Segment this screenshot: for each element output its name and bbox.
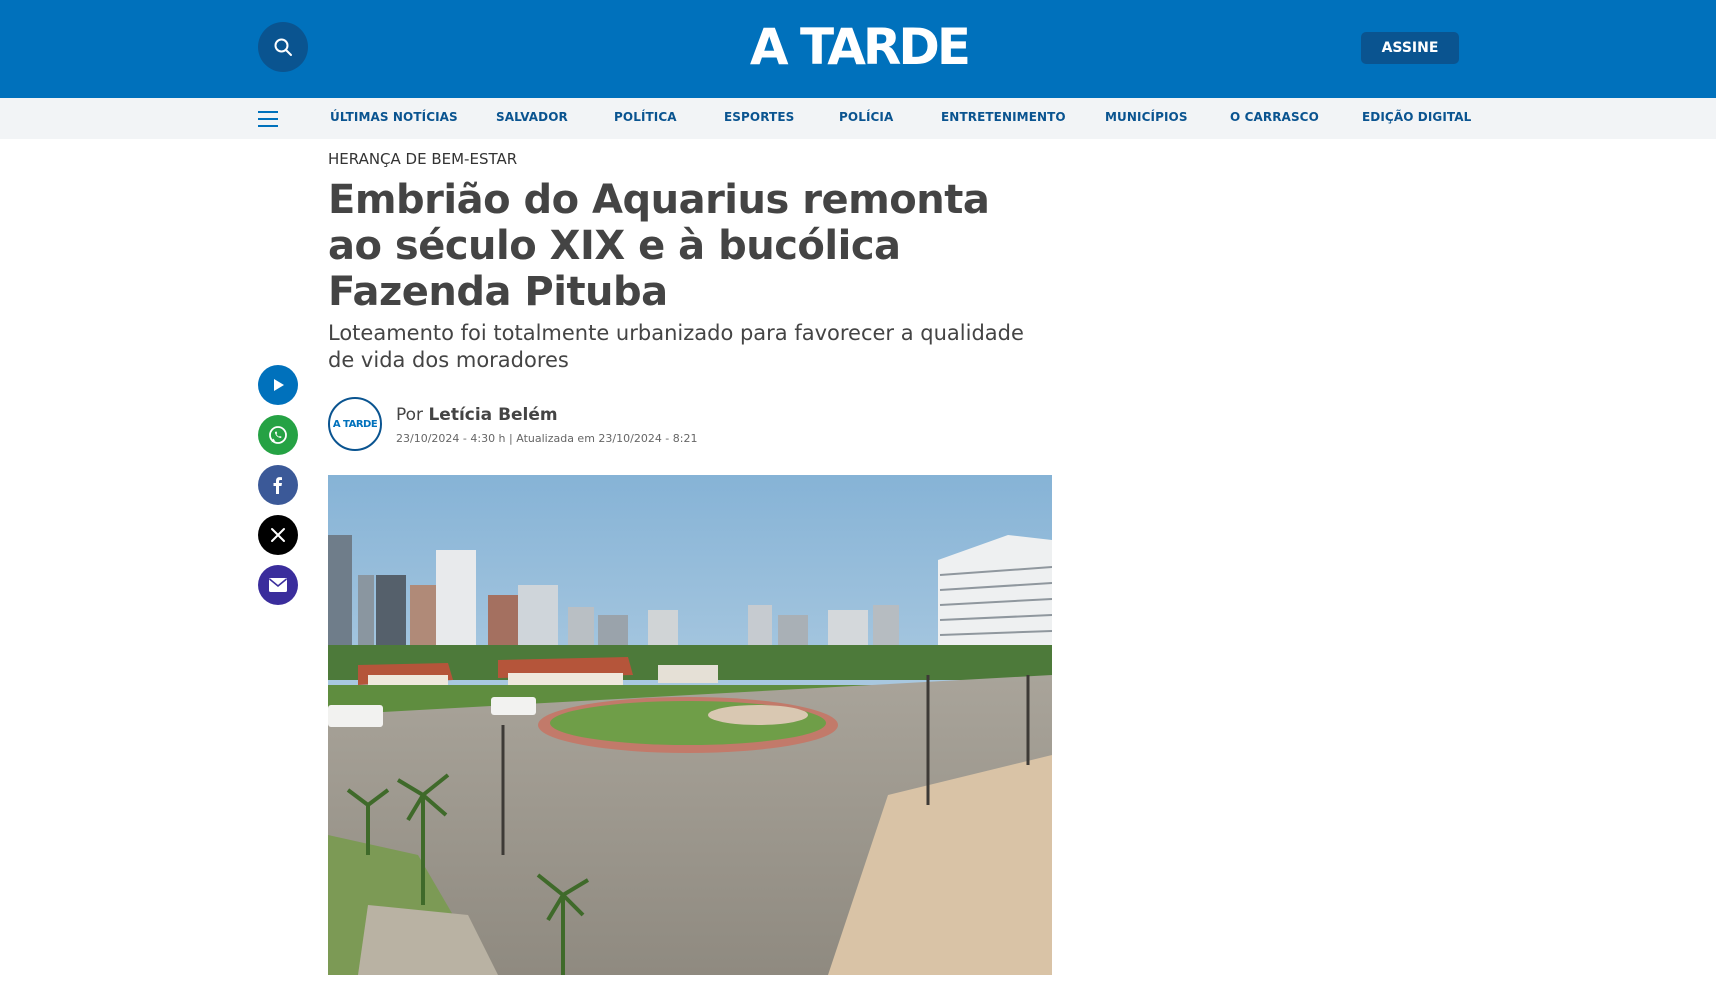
nav-item-salvador[interactable]: SALVADOR	[496, 110, 568, 124]
subscribe-button[interactable]: ASSINE	[1361, 32, 1459, 64]
byline-prefix: Por	[396, 405, 424, 425]
article-subtitle: Loteamento foi totalmente urbanizado par…	[328, 321, 1024, 372]
nav-item-o-carrasco[interactable]: O CARRASCO	[1230, 110, 1319, 124]
nav-item-edicao-digital[interactable]: EDIÇÃO DIGITAL	[1362, 110, 1471, 124]
nav-item-policia[interactable]: POLÍCIA	[839, 110, 893, 124]
share-whatsapp-button[interactable]	[258, 415, 298, 455]
author-name[interactable]: Letícia Belém	[428, 405, 557, 425]
author-avatar: A TARDE	[328, 397, 382, 451]
byline: Por Letícia Belém	[396, 405, 558, 425]
share-email-button[interactable]	[258, 565, 298, 605]
article-dates: 23/10/2024 - 4:30 h | Atualizada em 23/1…	[396, 432, 698, 445]
site-logo[interactable]: A TARDE	[700, 16, 1018, 78]
article-photo[interactable]	[328, 475, 1052, 975]
nav-item-esportes[interactable]: ESPORTES	[724, 110, 794, 124]
whatsapp-icon	[269, 426, 287, 444]
hamburger-menu-icon[interactable]	[258, 111, 278, 127]
x-icon	[271, 528, 285, 542]
nav-item-municipios[interactable]: MUNICÍPIOS	[1105, 110, 1188, 124]
share-x-button[interactable]	[258, 515, 298, 555]
search-icon	[274, 38, 292, 56]
share-facebook-button[interactable]	[258, 465, 298, 505]
nav-item-entretenimento[interactable]: ENTRETENIMENTO	[941, 110, 1066, 124]
nav-item-politica[interactable]: POLÍTICA	[614, 110, 677, 124]
play-audio-button[interactable]	[258, 365, 298, 405]
search-button[interactable]	[258, 22, 308, 72]
article-headline: Embrião do Aquarius remonta ao século XI…	[328, 177, 990, 315]
email-icon	[268, 578, 288, 592]
nav-item-ultimas-noticias[interactable]: ÚLTIMAS NOTÍCIAS	[330, 110, 458, 124]
avatar-logo: A TARDE	[332, 418, 378, 430]
facebook-icon	[273, 477, 282, 494]
play-icon	[274, 379, 284, 391]
article-kicker[interactable]: HERANÇA DE BEM-ESTAR	[328, 150, 517, 168]
